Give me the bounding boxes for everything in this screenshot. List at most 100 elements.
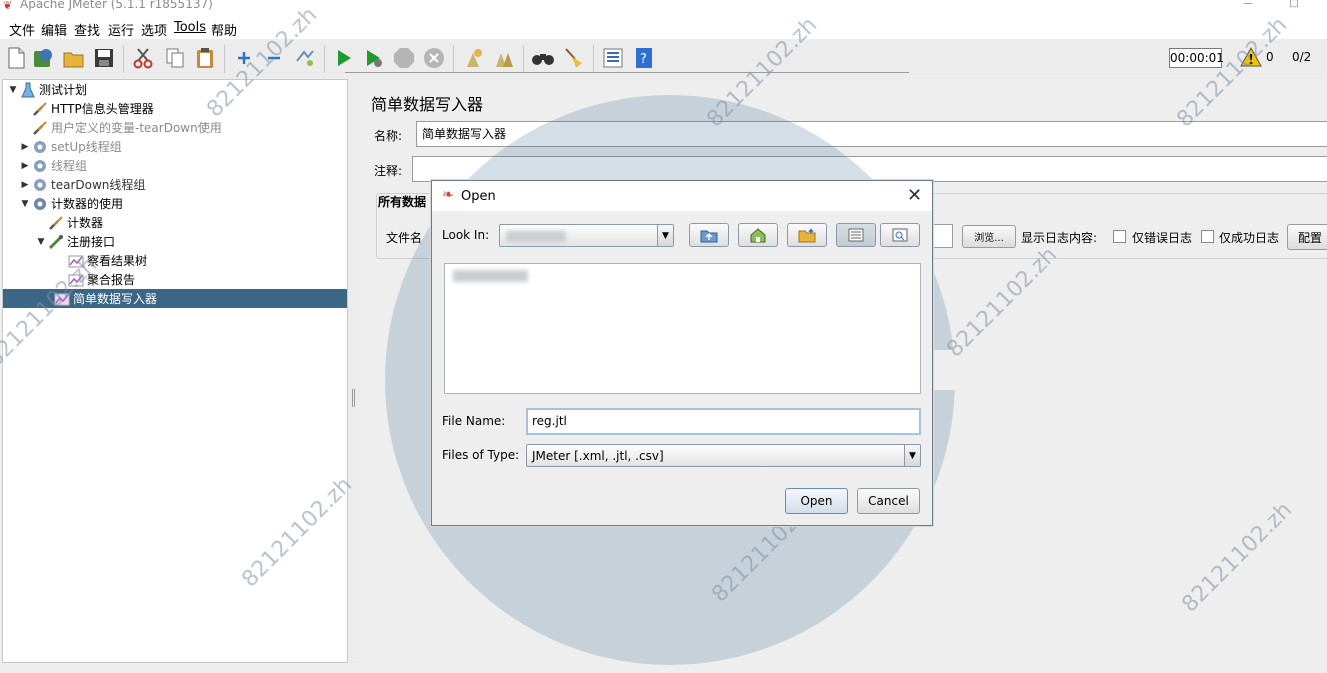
gear-icon [31, 196, 49, 212]
menu-tools[interactable]: Tools [174, 20, 206, 35]
paste-icon[interactable] [193, 46, 217, 70]
look-in-label: Look In: [442, 228, 490, 242]
pipette-icon [47, 234, 65, 250]
file-list[interactable] [444, 263, 921, 394]
dropdown-arrow-icon: ▼ [657, 225, 673, 246]
tree-node-thread-group[interactable]: ▶ 线程组 [19, 156, 87, 175]
dialog-title: Open [461, 189, 496, 204]
minimize-button[interactable]: — [1241, 0, 1255, 10]
log-contents-label: 显示日志内容: [1021, 231, 1098, 245]
toolbar: ? [0, 39, 1327, 79]
details-view-icon [892, 228, 908, 242]
gear-icon [31, 139, 49, 155]
test-plan-tree[interactable]: ▼ 测试计划 HTTP信息头管理器 用户定义的变量-tearDown使用 ▶ set… [2, 79, 348, 663]
tree-node-counter[interactable]: 计数器 [35, 213, 103, 232]
name-label: 名称: [374, 129, 403, 143]
expand-arrow-icon[interactable]: ▶ [19, 180, 31, 190]
filename-field[interactable] [933, 224, 953, 248]
files-of-type-combo[interactable]: JMeter [.xml, .jtl, .csv] ▼ [526, 444, 921, 467]
details-view-button[interactable] [880, 223, 920, 247]
elapsed-timer: 00:00:01 [1169, 48, 1224, 68]
name-field[interactable]: 简单数据写入器 [416, 121, 1327, 147]
cut-icon[interactable] [131, 46, 155, 70]
configure-button[interactable]: 配置 [1287, 224, 1327, 250]
comment-label: 注释: [374, 164, 403, 178]
collapse-arrow-icon[interactable]: ▼ [7, 85, 19, 95]
active-threads: 0/2 [1292, 50, 1312, 64]
function-helper-icon[interactable] [601, 46, 625, 70]
success-only-checkbox[interactable] [1201, 230, 1214, 243]
files-of-type-value: JMeter [.xml, .jtl, .csv] [532, 449, 664, 463]
maximize-button[interactable]: □ [1287, 0, 1301, 10]
open-button[interactable]: Open [785, 488, 848, 514]
stop-icon[interactable] [392, 46, 416, 70]
warning-icon[interactable] [1240, 46, 1262, 70]
listener-icon [53, 291, 71, 307]
look-in-combo[interactable]: ▼ [499, 224, 674, 247]
shutdown-icon[interactable] [422, 46, 446, 70]
file-name-input[interactable]: reg.jtl [526, 408, 921, 435]
tree-node-test-plan[interactable]: ▼ 测试计划 [7, 80, 87, 99]
collapse-all-icon[interactable] [262, 46, 286, 70]
listener-icon [67, 272, 85, 288]
blurred-file-item[interactable] [453, 270, 528, 282]
wrench-icon [47, 215, 65, 231]
start-no-pauses-icon[interactable] [362, 46, 386, 70]
comment-field[interactable] [412, 156, 1327, 182]
open-folder-icon[interactable] [62, 46, 86, 70]
wrench-icon [31, 101, 49, 117]
tree-node-http-header-manager[interactable]: HTTP信息头管理器 [19, 99, 154, 118]
tree-node-counter-usage[interactable]: ▼ 计数器的使用 [19, 194, 123, 213]
tree-node-simple-data-writer[interactable]: 简单数据写入器 [3, 289, 347, 308]
tree-node-setup-thread-group[interactable]: ▶ setUp线程组 [19, 137, 122, 156]
test-plan-icon [19, 82, 37, 98]
close-icon[interactable]: ✕ [907, 185, 922, 206]
tree-node-view-results-tree[interactable]: 察看结果树 [67, 251, 147, 270]
jmeter-feather-icon: ❧ [442, 187, 454, 203]
menu-run[interactable]: 运行 [108, 20, 134, 39]
save-icon[interactable] [92, 46, 116, 70]
help-icon[interactable]: ? [632, 46, 656, 70]
start-icon[interactable] [332, 46, 356, 70]
copy-icon[interactable] [163, 46, 187, 70]
errors-only-checkbox[interactable] [1113, 230, 1126, 243]
clear-all-icon[interactable] [492, 46, 516, 70]
search-binoculars-icon[interactable] [531, 46, 555, 70]
tree-node-teardown-thread-group[interactable]: ▶ tearDown线程组 [19, 175, 146, 194]
panel-title: 简单数据写入器 [371, 95, 484, 114]
tree-node-register-api[interactable]: ▼ 注册接口 [35, 232, 115, 251]
tree-node-aggregate-report[interactable]: 聚合报告 [67, 270, 135, 289]
collapse-arrow-icon[interactable]: ▼ [35, 237, 47, 247]
new-folder-button[interactable] [787, 223, 827, 247]
menu-edit[interactable]: 编辑 [41, 20, 67, 39]
menu-help[interactable]: 帮助 [211, 20, 237, 39]
expand-arrow-icon[interactable]: ▶ [19, 142, 31, 152]
expand-arrow-icon[interactable]: ▶ [19, 161, 31, 171]
up-folder-icon [700, 230, 718, 243]
listener-icon [67, 253, 85, 269]
dropdown-arrow-icon: ▼ [904, 445, 920, 466]
filename-label: 文件名 [386, 231, 423, 245]
home-button[interactable] [738, 223, 778, 247]
menu-search[interactable]: 查找 [74, 20, 100, 39]
open-file-dialog: ❧ Open ✕ Look In: ▼ File Name: reg.jtl F… [431, 180, 933, 526]
warning-count: 0 [1266, 50, 1274, 64]
cancel-button[interactable]: Cancel [857, 488, 920, 514]
menu-options[interactable]: 选项 [141, 20, 167, 39]
menu-file[interactable]: 文件 [9, 20, 35, 39]
clear-icon[interactable] [462, 46, 486, 70]
home-icon [750, 228, 766, 243]
toggle-icon[interactable] [293, 46, 317, 70]
list-view-button[interactable] [836, 223, 876, 247]
expand-all-icon[interactable] [232, 46, 256, 70]
reset-search-broom-icon[interactable] [561, 46, 585, 70]
collapse-arrow-icon[interactable]: ▼ [19, 199, 31, 209]
templates-icon[interactable] [31, 46, 55, 70]
blurred-folder-name [506, 231, 566, 242]
new-icon[interactable] [4, 46, 28, 70]
gear-icon [31, 177, 49, 193]
split-pane-divider[interactable] [348, 79, 360, 663]
browse-button[interactable]: 浏览... [962, 225, 1016, 248]
up-one-level-button[interactable] [689, 223, 729, 247]
tree-node-user-variables[interactable]: 用户定义的变量-tearDown使用 [19, 118, 222, 137]
